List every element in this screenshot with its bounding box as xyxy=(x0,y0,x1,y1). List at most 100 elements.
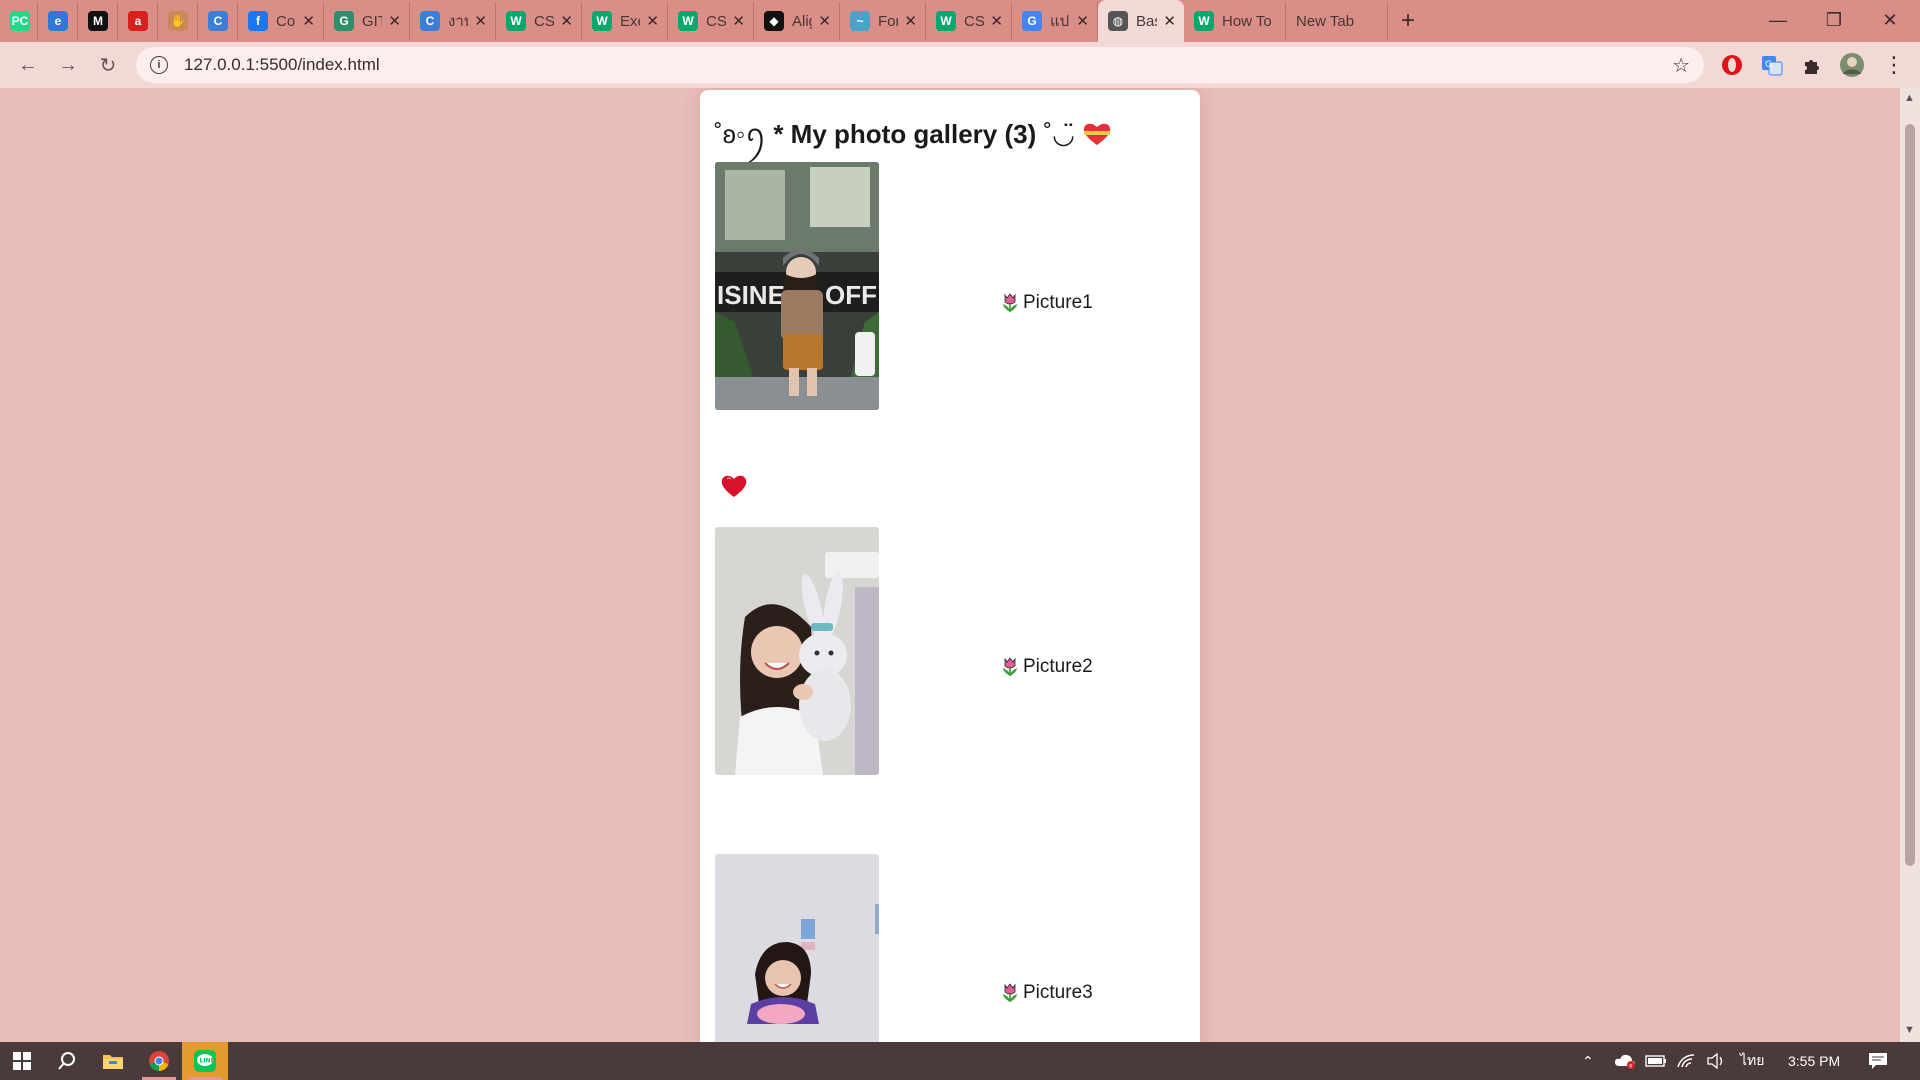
windows-taskbar: LINE ⌃ x ไทย 3:55 PM xyxy=(0,1042,1920,1080)
browser-tab[interactable]: New Tab xyxy=(1286,2,1388,40)
browser-tab[interactable]: W How To xyxy=(1184,2,1286,40)
page-scrollbar[interactable]: ▲ ▼ xyxy=(1900,88,1920,1042)
forward-button[interactable]: → xyxy=(48,47,88,83)
browser-tab[interactable]: a xyxy=(118,2,158,40)
hand-icon: ✋ xyxy=(168,11,188,31)
svg-text:OFF: OFF xyxy=(825,280,877,310)
browser-tab[interactable]: f Cor✕ xyxy=(238,2,324,40)
show-hidden-icons-icon[interactable]: ⌃ xyxy=(1582,1042,1594,1080)
browser-tab[interactable]: C งาน✕ xyxy=(410,2,496,40)
opera-extension-icon[interactable] xyxy=(1718,51,1746,79)
close-tab-icon[interactable]: ✕ xyxy=(1070,12,1089,30)
github-classroom-icon: G xyxy=(334,11,354,31)
onedrive-error-icon[interactable]: x xyxy=(1614,1042,1636,1080)
site-info-icon[interactable]: i xyxy=(150,56,168,74)
browser-toolbar: ← → ↻ i 127.0.0.1:5500/index.html ☆ G ⋮ xyxy=(0,42,1920,88)
browser-tab[interactable]: C xyxy=(198,2,238,40)
browser-tab[interactable]: ◍ Basi✕ xyxy=(1098,0,1184,42)
restore-button[interactable]: ❐ xyxy=(1806,0,1862,40)
photo-3 xyxy=(715,854,879,1042)
close-tab-icon[interactable]: ✕ xyxy=(1157,12,1176,30)
tulip-icon xyxy=(1003,657,1017,676)
tab-title: New Tab xyxy=(1296,12,1355,30)
medium-icon: M xyxy=(88,11,108,31)
browser-tab[interactable]: PC xyxy=(0,2,38,40)
close-tab-icon[interactable]: ✕ xyxy=(296,12,315,30)
w3schools-icon: W xyxy=(936,11,956,31)
pycharm-icon: PC xyxy=(10,11,30,31)
browser-tab[interactable]: ✋ xyxy=(158,2,198,40)
folder-icon xyxy=(103,1055,123,1069)
globe-icon: ◍ xyxy=(1108,11,1128,31)
w3schools-icon: W xyxy=(592,11,612,31)
heading-prefix: ˚ʚ◦ꪆ xyxy=(714,119,767,149)
close-tab-icon[interactable]: ✕ xyxy=(554,12,573,30)
windows-logo-icon xyxy=(13,1052,31,1070)
close-tab-icon[interactable]: ✕ xyxy=(640,12,659,30)
facebook-icon: f xyxy=(248,11,268,31)
browser-tab[interactable]: M xyxy=(78,2,118,40)
new-tab-button[interactable]: + xyxy=(1388,2,1428,40)
svg-text:x: x xyxy=(1629,1063,1633,1070)
line-app-button[interactable]: LINE xyxy=(182,1042,228,1080)
close-window-button[interactable]: ✕ xyxy=(1862,0,1918,40)
w3schools-icon: W xyxy=(678,11,698,31)
close-tab-icon[interactable]: ✕ xyxy=(898,12,917,30)
tab-title: CSS xyxy=(706,12,727,30)
reload-button[interactable]: ↻ xyxy=(88,47,128,83)
close-tab-icon[interactable]: ✕ xyxy=(382,12,401,30)
browser-tab[interactable]: G แปล✕ xyxy=(1012,2,1098,40)
url-text[interactable]: 127.0.0.1:5500/index.html xyxy=(184,55,380,75)
back-button[interactable]: ← xyxy=(8,47,48,83)
browser-tab[interactable]: W CSS✕ xyxy=(926,2,1012,40)
minimize-button[interactable]: — xyxy=(1750,0,1806,40)
notifications-icon[interactable] xyxy=(1868,1042,1888,1080)
browser-tab[interactable]: W CSS✕ xyxy=(496,2,582,40)
start-button[interactable] xyxy=(0,1042,44,1080)
search-icon xyxy=(58,1052,75,1070)
w3schools-icon: W xyxy=(506,11,526,31)
battery-icon[interactable] xyxy=(1645,1042,1667,1080)
browser-tab[interactable]: e xyxy=(38,2,78,40)
bookmark-star-icon[interactable]: ☆ xyxy=(1672,53,1690,78)
browser-tab[interactable]: ◆ Alig✕ xyxy=(754,2,840,40)
heading-text: * My photo gallery (3) xyxy=(773,119,1037,149)
close-tab-icon[interactable]: ✕ xyxy=(984,12,1003,30)
wifi-icon[interactable] xyxy=(1676,1042,1696,1080)
browser-tab[interactable]: W CSS✕ xyxy=(668,2,754,40)
picture-2-text: Picture2 xyxy=(1023,656,1093,677)
close-tab-icon[interactable]: ✕ xyxy=(468,12,487,30)
taskbar-clock[interactable]: 3:55 PM xyxy=(1788,1042,1840,1080)
browser-tab[interactable]: G GIT✕ xyxy=(324,2,410,40)
translate-extension-icon[interactable]: G xyxy=(1758,51,1786,79)
photo-2 xyxy=(715,527,879,775)
svg-text:G: G xyxy=(1765,60,1772,70)
heart-with-ribbon-icon xyxy=(1083,123,1111,145)
page-viewport: ˚ʚ◦ꪆ * My photo gallery (3) ˚◡̈ ISINE OF… xyxy=(0,88,1920,1042)
browser-tab[interactable]: ~ For ✕ xyxy=(840,2,926,40)
close-tab-icon[interactable]: ✕ xyxy=(726,12,745,30)
close-tab-icon[interactable]: ✕ xyxy=(812,12,831,30)
picture-1-label: Picture1 xyxy=(1000,292,1093,314)
profile-avatar[interactable] xyxy=(1838,51,1866,79)
scroll-down-icon[interactable]: ▼ xyxy=(1904,1024,1915,1036)
extensions-puzzle-icon[interactable] xyxy=(1798,51,1826,79)
gallery-heading: ˚ʚ◦ꪆ * My photo gallery (3) ˚◡̈ xyxy=(714,110,1112,164)
scroll-thumb[interactable] xyxy=(1905,124,1915,866)
browser-tab[interactable]: W Exe✕ xyxy=(582,2,668,40)
chrome-button[interactable] xyxy=(136,1042,182,1080)
picture-1-text: Picture1 xyxy=(1023,292,1093,313)
gallery-card: ˚ʚ◦ꪆ * My photo gallery (3) ˚◡̈ ISINE OF… xyxy=(700,90,1200,1042)
browser-menu-icon[interactable]: ⋮ xyxy=(1880,51,1908,79)
c-icon: C xyxy=(420,11,440,31)
svg-text:LINE: LINE xyxy=(200,1058,215,1065)
photo-1: ISINE OFF xyxy=(715,162,879,410)
search-button[interactable] xyxy=(44,1042,90,1080)
address-bar[interactable]: i 127.0.0.1:5500/index.html ☆ xyxy=(136,47,1704,83)
file-explorer-button[interactable] xyxy=(90,1042,136,1080)
volume-icon[interactable] xyxy=(1706,1042,1726,1080)
scroll-up-icon[interactable]: ▲ xyxy=(1904,92,1915,104)
tab-title: For xyxy=(878,12,899,30)
input-language-indicator[interactable]: ไทย xyxy=(1740,1042,1764,1080)
tab-title: งาน xyxy=(448,13,468,30)
